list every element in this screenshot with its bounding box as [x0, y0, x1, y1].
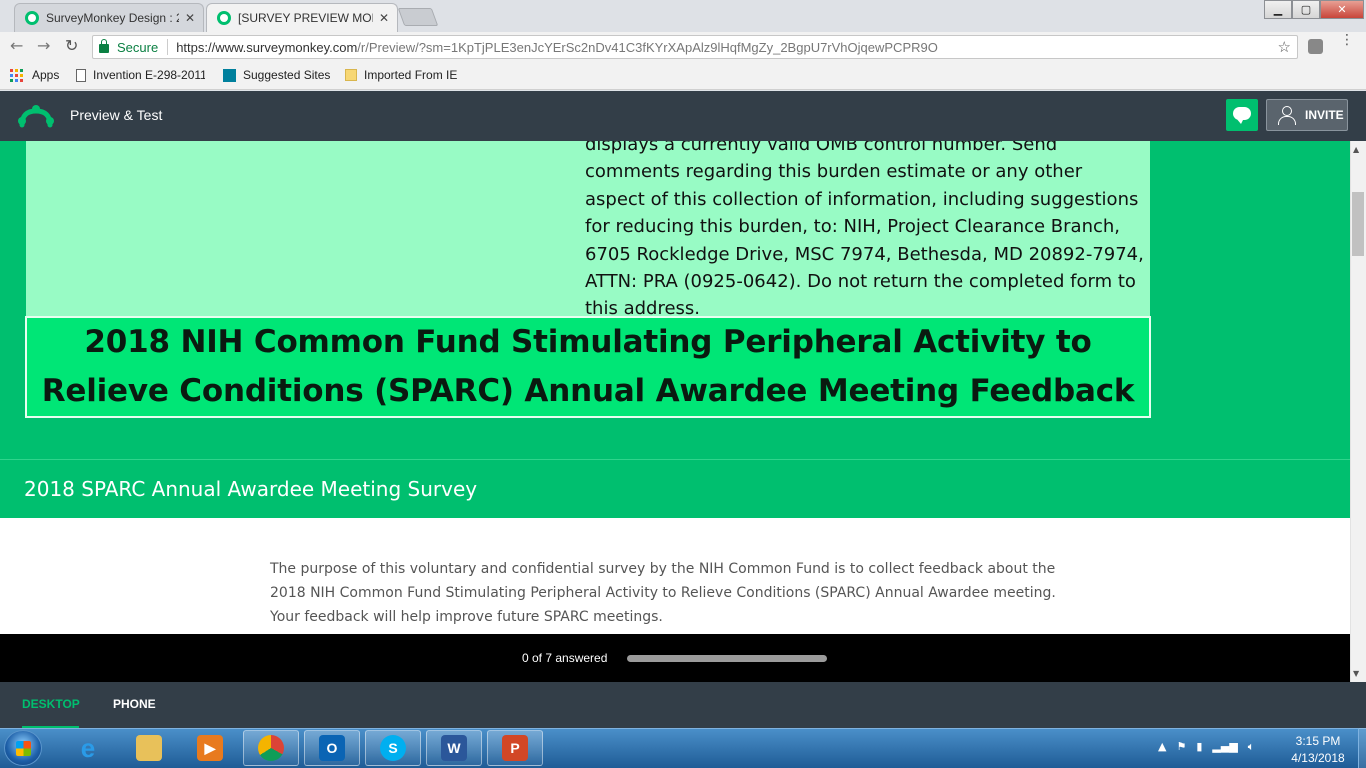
description-line: 2018 NIH Common Fund Stimulating Periphe…	[270, 585, 1056, 601]
survey-title: 2018 SPARC Annual Awardee Meeting Survey	[24, 477, 478, 501]
description-line: Your feedback will help improve future S…	[270, 609, 663, 625]
scroll-up-arrow-icon[interactable]: ▲	[1353, 145, 1359, 154]
back-arrow-icon[interactable]: ←	[10, 36, 23, 55]
apps-grid-icon	[10, 68, 23, 82]
surveymonkey-favicon-icon	[25, 11, 39, 25]
folder-icon	[345, 69, 357, 81]
volume-icon[interactable]: 🔈︎	[1248, 740, 1255, 754]
bookmark-label: Imported From IE	[364, 68, 458, 82]
tab-desktop[interactable]: DESKTOP	[22, 697, 80, 711]
taskbar-powerpoint-button[interactable]: P	[487, 730, 543, 766]
surveymonkey-favicon-icon	[217, 11, 231, 25]
forward-arrow-icon[interactable]: →	[37, 36, 50, 55]
media-player-icon: ▶	[197, 735, 223, 761]
taskbar-internet-explorer-button[interactable]: e	[60, 730, 116, 766]
file-explorer-icon	[136, 735, 162, 761]
url-host: https://www.surveymonkey.com	[176, 39, 358, 55]
tab-survey-preview[interactable]: [SURVEY PREVIEW MODE ✕	[206, 3, 398, 32]
invite-button[interactable]: INVITE	[1266, 99, 1348, 131]
survey-header-area: displays a currently valid OMB control n…	[0, 141, 1350, 518]
tab-surveymonkey-design[interactable]: SurveyMonkey Design : 2 ✕	[14, 3, 204, 32]
signal-icon[interactable]: ▂▄▆	[1212, 740, 1237, 754]
taskbar-chrome-button[interactable]	[243, 730, 299, 766]
bookmark-invention[interactable]: Invention E-298-2011	[76, 68, 205, 82]
bookmark-label: Suggested Sites	[243, 68, 331, 82]
person-icon	[1277, 106, 1296, 125]
address-bar[interactable]: Secure https://www.surveymonkey.com /r/P…	[92, 35, 1298, 59]
taskbar-skype-button[interactable]: S	[365, 730, 421, 766]
device-preview-bar	[0, 682, 1366, 728]
survey-logo-banner: 2018 NIH Common Fund Stimulating Periphe…	[25, 316, 1151, 418]
chrome-icon	[258, 735, 284, 761]
secure-label: Secure	[117, 39, 159, 55]
banner-text: 2018 NIH Common Fund Stimulating Periphe…	[42, 318, 1135, 416]
powerpoint-icon: P	[502, 735, 528, 761]
tab-label: SurveyMonkey Design : 2	[46, 11, 179, 25]
taskbar-file-explorer-button[interactable]	[121, 730, 177, 766]
browser-tab-strip: SurveyMonkey Design : 2 ✕ [SURVEY PREVIE…	[0, 0, 1366, 32]
outlook-icon: O	[319, 735, 345, 761]
internet-explorer-icon: e	[80, 732, 96, 763]
page-title: Preview & Test	[70, 107, 163, 123]
close-tab-icon[interactable]: ✕	[185, 11, 195, 25]
burden-statement-box: displays a currently valid OMB control n…	[26, 141, 1150, 319]
progress-label: 0 of 7 answered	[522, 651, 608, 665]
window-controls: ▁ ▢ ✕	[1264, 0, 1364, 19]
scrollbar-thumb[interactable]	[1352, 192, 1364, 256]
close-window-button[interactable]: ✕	[1320, 0, 1364, 19]
page-icon	[76, 68, 86, 82]
new-tab-button[interactable]	[397, 8, 439, 26]
surveymonkey-logo-icon[interactable]	[18, 103, 54, 129]
extension-icon[interactable]	[1308, 39, 1323, 54]
windows-start-icon[interactable]	[4, 730, 42, 766]
chat-comments-button[interactable]	[1226, 99, 1258, 131]
word-icon: W	[441, 735, 467, 761]
tray-expand-icon[interactable]: ▲	[1158, 740, 1166, 754]
url-path: /r/Preview/?sm=1KpTjPLE3enJcYErSc2nDv41C…	[357, 39, 938, 55]
minimize-button[interactable]: ▁	[1264, 0, 1292, 19]
bookmark-suggested-sites[interactable]: Suggested Sites	[223, 68, 330, 82]
surveymonkey-header	[0, 91, 1366, 141]
close-tab-icon[interactable]: ✕	[379, 11, 389, 25]
clock-time: 3:15 PM	[1295, 734, 1341, 748]
banner-line: 2018 NIH Common Fund Stimulating Periphe…	[84, 324, 1092, 360]
taskbar-word-button[interactable]: W	[426, 730, 482, 766]
bookmarks-bar: Apps Invention E-298-2011 Suggested Site…	[0, 62, 1366, 90]
survey-title-bar: 2018 SPARC Annual Awardee Meeting Survey	[0, 459, 1350, 518]
banner-line: Relieve Conditions (SPARC) Annual Awarde…	[41, 373, 1135, 409]
burden-statement-text: displays a currently valid OMB control n…	[585, 141, 1144, 320]
bookmark-label: Apps	[32, 68, 60, 82]
battery-icon[interactable]: ▮	[1196, 740, 1202, 754]
progress-track	[627, 655, 827, 662]
tab-phone[interactable]: PHONE	[113, 697, 156, 711]
taskbar-media-player-button[interactable]: ▶	[182, 730, 238, 766]
divider	[167, 39, 169, 55]
action-center-flag-icon[interactable]: ⚑	[1176, 740, 1186, 754]
scroll-down-arrow-icon[interactable]: ▼	[1353, 669, 1359, 678]
maximize-button[interactable]: ▢	[1292, 0, 1320, 19]
bookmark-label: Invention E-298-2011	[93, 68, 205, 82]
tab-label: [SURVEY PREVIEW MODE	[238, 11, 373, 25]
clock-date: 4/13/2018	[1291, 751, 1345, 765]
bookmark-imported-from-ie[interactable]: Imported From IE	[345, 68, 457, 82]
description-line: The purpose of this voluntary and confid…	[270, 561, 1056, 577]
survey-description: The purpose of this voluntary and confid…	[270, 557, 1060, 629]
system-tray: ▲ ⚑ ▮ ▂▄▆ 🔈︎	[1158, 740, 1254, 754]
bookmark-star-icon[interactable]: ☆	[1278, 38, 1291, 56]
survey-preview-viewport: displays a currently valid OMB control n…	[0, 141, 1350, 682]
skype-icon: S	[380, 735, 406, 761]
browser-menu-icon[interactable]: ⋮	[1340, 33, 1354, 47]
bookmark-apps[interactable]: Apps	[10, 68, 59, 82]
invite-label: INVITE	[1305, 108, 1344, 122]
bing-icon	[223, 68, 236, 82]
show-desktop-button[interactable]	[1358, 728, 1366, 768]
taskbar-outlook-button[interactable]: O	[304, 730, 360, 766]
taskbar-clock[interactable]: 3:15 PM 4/13/2018	[1282, 733, 1354, 767]
reload-icon[interactable]: ↻	[65, 36, 78, 55]
lock-icon	[99, 39, 109, 53]
